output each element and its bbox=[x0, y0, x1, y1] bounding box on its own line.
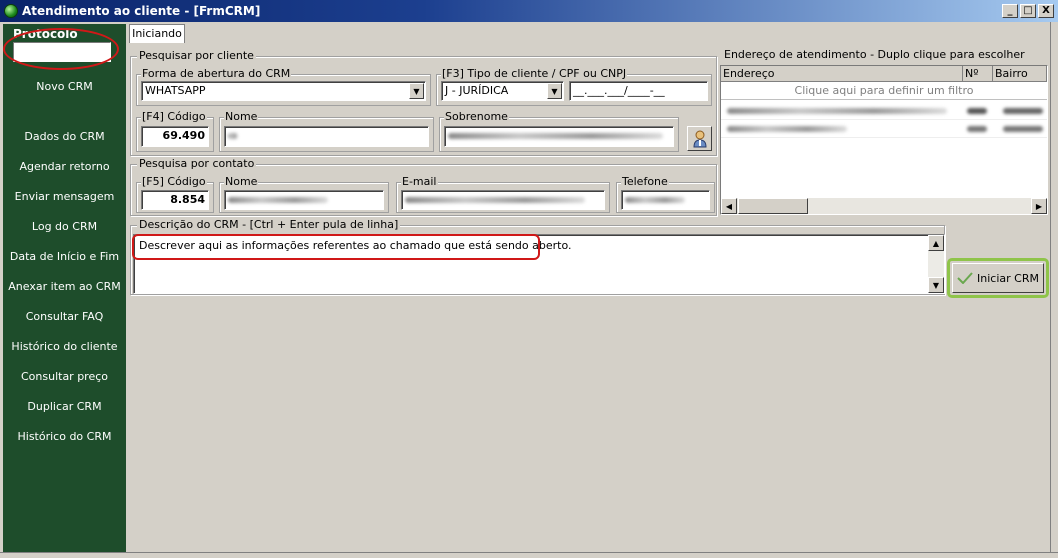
sobrenome-label: Sobrenome bbox=[444, 110, 509, 123]
address-grid[interactable]: Endereço Nº Bairro Clique aqui para defi… bbox=[720, 65, 1048, 215]
redacted-text bbox=[625, 197, 685, 203]
forma-abertura-value: WHATSAPP bbox=[145, 84, 206, 97]
minimize-button[interactable]: _ bbox=[1002, 4, 1018, 18]
search-contact-group: Pesquisa por contato [F5] Código 8.854 N… bbox=[130, 157, 717, 216]
forma-abertura-label: Forma de abertura do CRM bbox=[141, 67, 292, 80]
address-title: Endereço de atendimento - Duplo clique p… bbox=[722, 48, 1027, 61]
sidebar-item-historico-cliente[interactable]: Histórico do cliente bbox=[3, 340, 126, 353]
chevron-down-icon[interactable]: ▼ bbox=[409, 83, 424, 99]
tipo-cliente-box: [F3] Tipo de cliente / CPF ou CNPJ J - J… bbox=[436, 67, 712, 106]
telefone-input[interactable] bbox=[621, 190, 710, 210]
chevron-down-icon[interactable]: ▼ bbox=[547, 83, 562, 99]
forma-abertura-box: Forma de abertura do CRM WHATSAPP ▼ bbox=[136, 67, 431, 106]
address-group: Endereço de atendimento - Duplo clique p… bbox=[720, 48, 1048, 216]
sobrenome-input[interactable] bbox=[444, 126, 674, 147]
col-bairro[interactable]: Bairro bbox=[993, 66, 1047, 82]
sidebar-item-log-do-crm[interactable]: Log do CRM bbox=[3, 220, 126, 233]
window-bottom-edge bbox=[0, 552, 1058, 558]
scroll-thumb[interactable] bbox=[738, 198, 808, 214]
address-hscrollbar[interactable]: ◀ ▶ bbox=[721, 198, 1047, 214]
redacted-text bbox=[967, 107, 987, 114]
protocolo-highlight-ellipse bbox=[3, 28, 119, 70]
sidebar-item-novo-crm[interactable]: Novo CRM bbox=[3, 80, 126, 93]
main-panel: Pesquisar por cliente Forma de abertura … bbox=[129, 43, 1049, 552]
redacted-text bbox=[448, 133, 663, 139]
redacted-text bbox=[967, 125, 987, 132]
search-contact-title: Pesquisa por contato bbox=[137, 157, 257, 170]
description-title: Descrição do CRM - [Ctrl + Enter pula de… bbox=[137, 218, 401, 231]
window-title-bar: Atendimento ao cliente - [FrmCRM] _ □ X bbox=[0, 0, 1058, 22]
tipo-cliente-label: [F3] Tipo de cliente / CPF ou CNPJ bbox=[441, 67, 628, 80]
sidebar-item-consultar-faq[interactable]: Consultar FAQ bbox=[3, 310, 126, 323]
iniciar-crm-button[interactable]: Iniciar CRM bbox=[952, 263, 1044, 293]
redacted-text bbox=[727, 125, 847, 132]
nome-contato-box: Nome bbox=[219, 175, 389, 213]
tipo-cliente-value: J - JURÍDICA bbox=[445, 84, 509, 97]
col-numero[interactable]: Nº bbox=[963, 66, 993, 82]
col-endereco[interactable]: Endereço bbox=[721, 66, 963, 82]
nome-contato-label: Nome bbox=[224, 175, 259, 188]
nome-cliente-input[interactable] bbox=[224, 126, 429, 147]
address-filter-row[interactable]: Clique aqui para definir um filtro bbox=[721, 82, 1047, 100]
sidebar-item-dados-do-crm[interactable]: Dados do CRM bbox=[3, 130, 126, 143]
tab-iniciando[interactable]: Iniciando bbox=[129, 24, 185, 43]
redacted-text bbox=[228, 133, 238, 139]
sidebar-item-data-inicio-fim[interactable]: Data de Início e Fim bbox=[3, 250, 126, 263]
scroll-left-icon[interactable]: ◀ bbox=[721, 198, 737, 214]
client-search-button[interactable] bbox=[687, 126, 712, 151]
email-box: E-mail bbox=[396, 175, 610, 213]
sidebar-item-enviar-mensagem[interactable]: Enviar mensagem bbox=[3, 190, 126, 203]
cnpj-input[interactable]: __.___.___/____-__ bbox=[569, 81, 708, 101]
redacted-text bbox=[1003, 107, 1043, 114]
search-client-title: Pesquisar por cliente bbox=[137, 49, 256, 62]
forma-abertura-select[interactable]: WHATSAPP ▼ bbox=[141, 81, 426, 101]
window-title: Atendimento ao cliente - [FrmCRM] bbox=[22, 4, 261, 18]
nome-contato-input[interactable] bbox=[224, 190, 384, 210]
sidebar-item-duplicar-crm[interactable]: Duplicar CRM bbox=[3, 400, 126, 413]
iniciar-crm-label: Iniciar CRM bbox=[977, 271, 1039, 285]
email-label: E-mail bbox=[401, 175, 438, 188]
codigo-contato-input[interactable]: 8.854 bbox=[141, 190, 209, 210]
scroll-right-icon[interactable]: ▶ bbox=[1031, 198, 1047, 214]
codigo-cliente-box: [F4] Código 69.490 bbox=[136, 110, 214, 152]
codigo-cliente-label: [F4] Código bbox=[141, 110, 207, 123]
table-row[interactable] bbox=[721, 102, 1047, 120]
telefone-label: Telefone bbox=[621, 175, 669, 188]
nome-cliente-box: Nome bbox=[219, 110, 434, 152]
nome-cliente-label: Nome bbox=[224, 110, 259, 123]
checkmark-icon bbox=[957, 272, 973, 284]
redacted-text bbox=[405, 197, 585, 203]
redacted-text bbox=[1003, 125, 1043, 132]
redacted-text bbox=[228, 197, 328, 203]
codigo-contato-box: [F5] Código 8.854 bbox=[136, 175, 214, 213]
scroll-down-icon[interactable]: ▼ bbox=[928, 277, 944, 293]
telefone-box: Telefone bbox=[616, 175, 715, 213]
scroll-up-icon[interactable]: ▲ bbox=[928, 235, 944, 251]
sobrenome-box: Sobrenome bbox=[439, 110, 679, 152]
app-globe-icon bbox=[4, 4, 18, 18]
person-icon bbox=[692, 130, 707, 147]
close-button[interactable]: X bbox=[1038, 4, 1054, 18]
codigo-cliente-input[interactable]: 69.490 bbox=[141, 126, 209, 147]
sidebar-item-historico-crm[interactable]: Histórico do CRM bbox=[3, 430, 126, 443]
address-grid-header: Endereço Nº Bairro bbox=[721, 66, 1047, 82]
sidebar-item-consultar-preco[interactable]: Consultar preço bbox=[3, 370, 126, 383]
sidebar-item-anexar-item[interactable]: Anexar item ao CRM bbox=[3, 280, 126, 293]
tipo-cliente-select[interactable]: J - JURÍDICA ▼ bbox=[441, 81, 564, 101]
table-row[interactable] bbox=[721, 120, 1047, 138]
window-right-edge bbox=[1050, 22, 1058, 558]
sidebar-item-agendar-retorno[interactable]: Agendar retorno bbox=[3, 160, 126, 173]
maximize-button[interactable]: □ bbox=[1020, 4, 1036, 18]
email-field[interactable] bbox=[401, 190, 605, 210]
redacted-text bbox=[727, 107, 947, 114]
codigo-contato-label: [F5] Código bbox=[141, 175, 207, 188]
sidebar: Protocolo Novo CRM Dados do CRM Agendar … bbox=[3, 24, 126, 552]
description-vscrollbar[interactable]: ▲ ▼ bbox=[928, 235, 944, 293]
description-highlight-rect bbox=[132, 234, 540, 260]
search-client-group: Pesquisar por cliente Forma de abertura … bbox=[130, 49, 717, 156]
